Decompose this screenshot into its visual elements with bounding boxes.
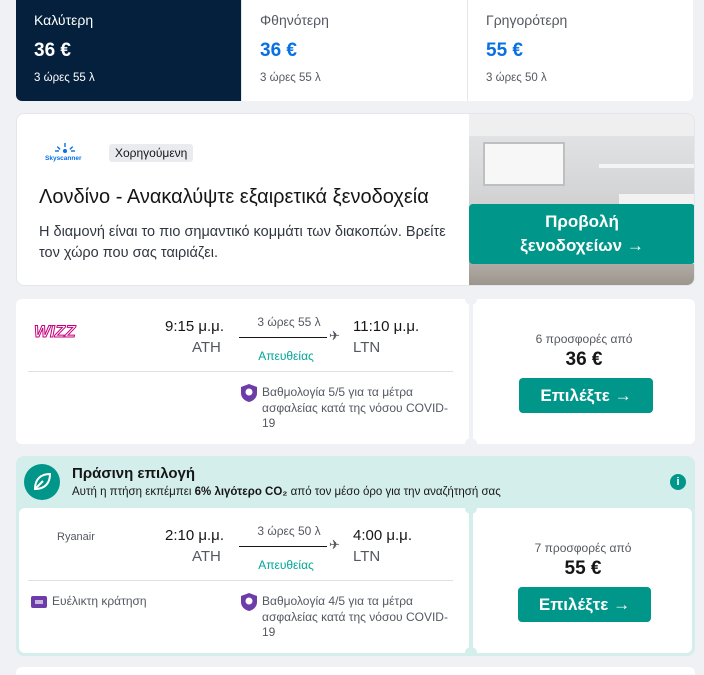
covid-rating: Βαθμολογία 5/5 για τα μέτρα ασφαλείας κα… bbox=[262, 385, 448, 430]
tab-best[interactable]: Καλύτερη 36 € 3 ώρες 55 λ bbox=[16, 0, 242, 101]
flight-card-details[interactable]: WIZZ 9:15 μ.μ. ATH 3 ώρες 55 λ ✈ Απευθεί… bbox=[16, 299, 469, 444]
tab-price: 55 € bbox=[486, 40, 523, 61]
shield-icon bbox=[241, 593, 257, 611]
airline-name: Ryanair bbox=[57, 531, 95, 543]
ad-description: Η διαμονή είναι το πιο σημαντικό κομμάτι… bbox=[39, 224, 446, 261]
tab-label: Φθηνότερη bbox=[260, 12, 329, 28]
green-choice-description: Αυτή η πτήση εκπέμπει 6% λιγότερο CO₂ απ… bbox=[72, 486, 501, 498]
tab-duration: 3 ώρες 55 λ bbox=[260, 72, 321, 84]
tab-label: Καλύτερη bbox=[34, 12, 94, 28]
flight-price: 55 € bbox=[564, 558, 602, 579]
flight-card-price: 6 προσφορές από 36 € Επιλέξτε → bbox=[473, 299, 695, 444]
ticket-notch bbox=[465, 438, 477, 444]
sort-tabs: Καλύτερη 36 € 3 ώρες 55 λ Φθηνότερη 36 €… bbox=[16, 0, 693, 101]
shield-icon bbox=[241, 384, 257, 402]
depart-code: ATH bbox=[192, 548, 221, 565]
ad-title[interactable]: Λονδίνο - Ανακαλύψτε εξαιρετικά ξενοδοχε… bbox=[39, 186, 429, 209]
arrive-code: LTN bbox=[353, 339, 381, 356]
flight-card-price: 7 προσφορές από 55 € Επιλέξτε → bbox=[473, 508, 692, 653]
depart-time: 2:10 μ.μ. bbox=[165, 527, 224, 544]
view-hotels-line1: Προβολή bbox=[545, 212, 619, 231]
tab-price: 36 € bbox=[34, 40, 71, 61]
tab-label: Γρηγορότερη bbox=[486, 12, 568, 28]
depart-code: ATH bbox=[192, 339, 221, 356]
view-hotels-line2: ξενοδοχείων → bbox=[520, 236, 644, 255]
tab-duration: 3 ώρες 50 λ bbox=[486, 72, 547, 84]
leaf-icon bbox=[24, 464, 60, 500]
tab-duration: 3 ώρες 55 λ bbox=[34, 72, 95, 84]
route-line bbox=[239, 546, 327, 547]
view-hotels-button[interactable]: Προβολή ξενοδοχείων → bbox=[469, 204, 694, 264]
tab-cheapest[interactable]: Φθηνότερη 36 € 3 ώρες 55 λ bbox=[242, 0, 468, 101]
wizz-logo-text: WIZZ bbox=[34, 322, 76, 341]
info-icon[interactable]: i bbox=[670, 474, 686, 490]
wizz-air-logo-icon: WIZZ bbox=[34, 322, 77, 342]
divider bbox=[28, 580, 453, 581]
arrive-time: 11:10 μ.μ. bbox=[353, 318, 420, 335]
route-line bbox=[239, 337, 327, 338]
skyscanner-logo-text: Skyscanner bbox=[45, 155, 82, 162]
flexible-ticket-icon bbox=[31, 596, 47, 608]
green-choice-title: Πράσινη επιλογή bbox=[72, 465, 196, 482]
covid-rating: Βαθμολογία 4/5 για τα μέτρα ασφαλείας κα… bbox=[262, 594, 448, 639]
offers-count: 7 προσφορές από bbox=[534, 541, 632, 555]
depart-time: 9:15 μ.μ. bbox=[165, 318, 224, 335]
divider bbox=[28, 371, 453, 372]
tab-price: 36 € bbox=[260, 40, 297, 61]
flexible-booking-label: Ευέλικτη κράτηση bbox=[52, 594, 147, 608]
next-result-card bbox=[16, 667, 695, 675]
direct-label: Απευθείας bbox=[258, 349, 314, 363]
offers-count: 6 προσφορές από bbox=[535, 332, 633, 346]
skyscanner-logo-icon bbox=[55, 143, 75, 153]
plane-icon: ✈ bbox=[329, 328, 340, 343]
select-flight-button[interactable]: Επιλέξτε → bbox=[518, 587, 651, 622]
flight-duration: 3 ώρες 55 λ bbox=[257, 315, 321, 329]
flight-price: 36 € bbox=[565, 349, 603, 370]
tab-fastest[interactable]: Γρηγορότερη 55 € 3 ώρες 50 λ bbox=[468, 0, 693, 101]
direct-label: Απευθείας bbox=[258, 558, 314, 572]
arrive-time: 4:00 μ.μ. bbox=[353, 527, 412, 544]
ticket-notch bbox=[465, 647, 477, 653]
flight-card-details[interactable]: Ryanair 2:10 μ.μ. ATH 3 ώρες 50 λ ✈ Απευ… bbox=[19, 508, 469, 653]
sponsored-badge: Χορηγούμενη bbox=[109, 144, 194, 162]
select-flight-button[interactable]: Επιλέξτε → bbox=[519, 378, 653, 413]
plane-icon: ✈ bbox=[329, 537, 340, 552]
arrive-code: LTN bbox=[353, 548, 381, 565]
sponsored-hotel-ad[interactable]: Skyscanner Χορηγούμενη Λονδίνο - Ανακαλύ… bbox=[16, 113, 695, 286]
flight-duration: 3 ώρες 50 λ bbox=[257, 524, 321, 538]
